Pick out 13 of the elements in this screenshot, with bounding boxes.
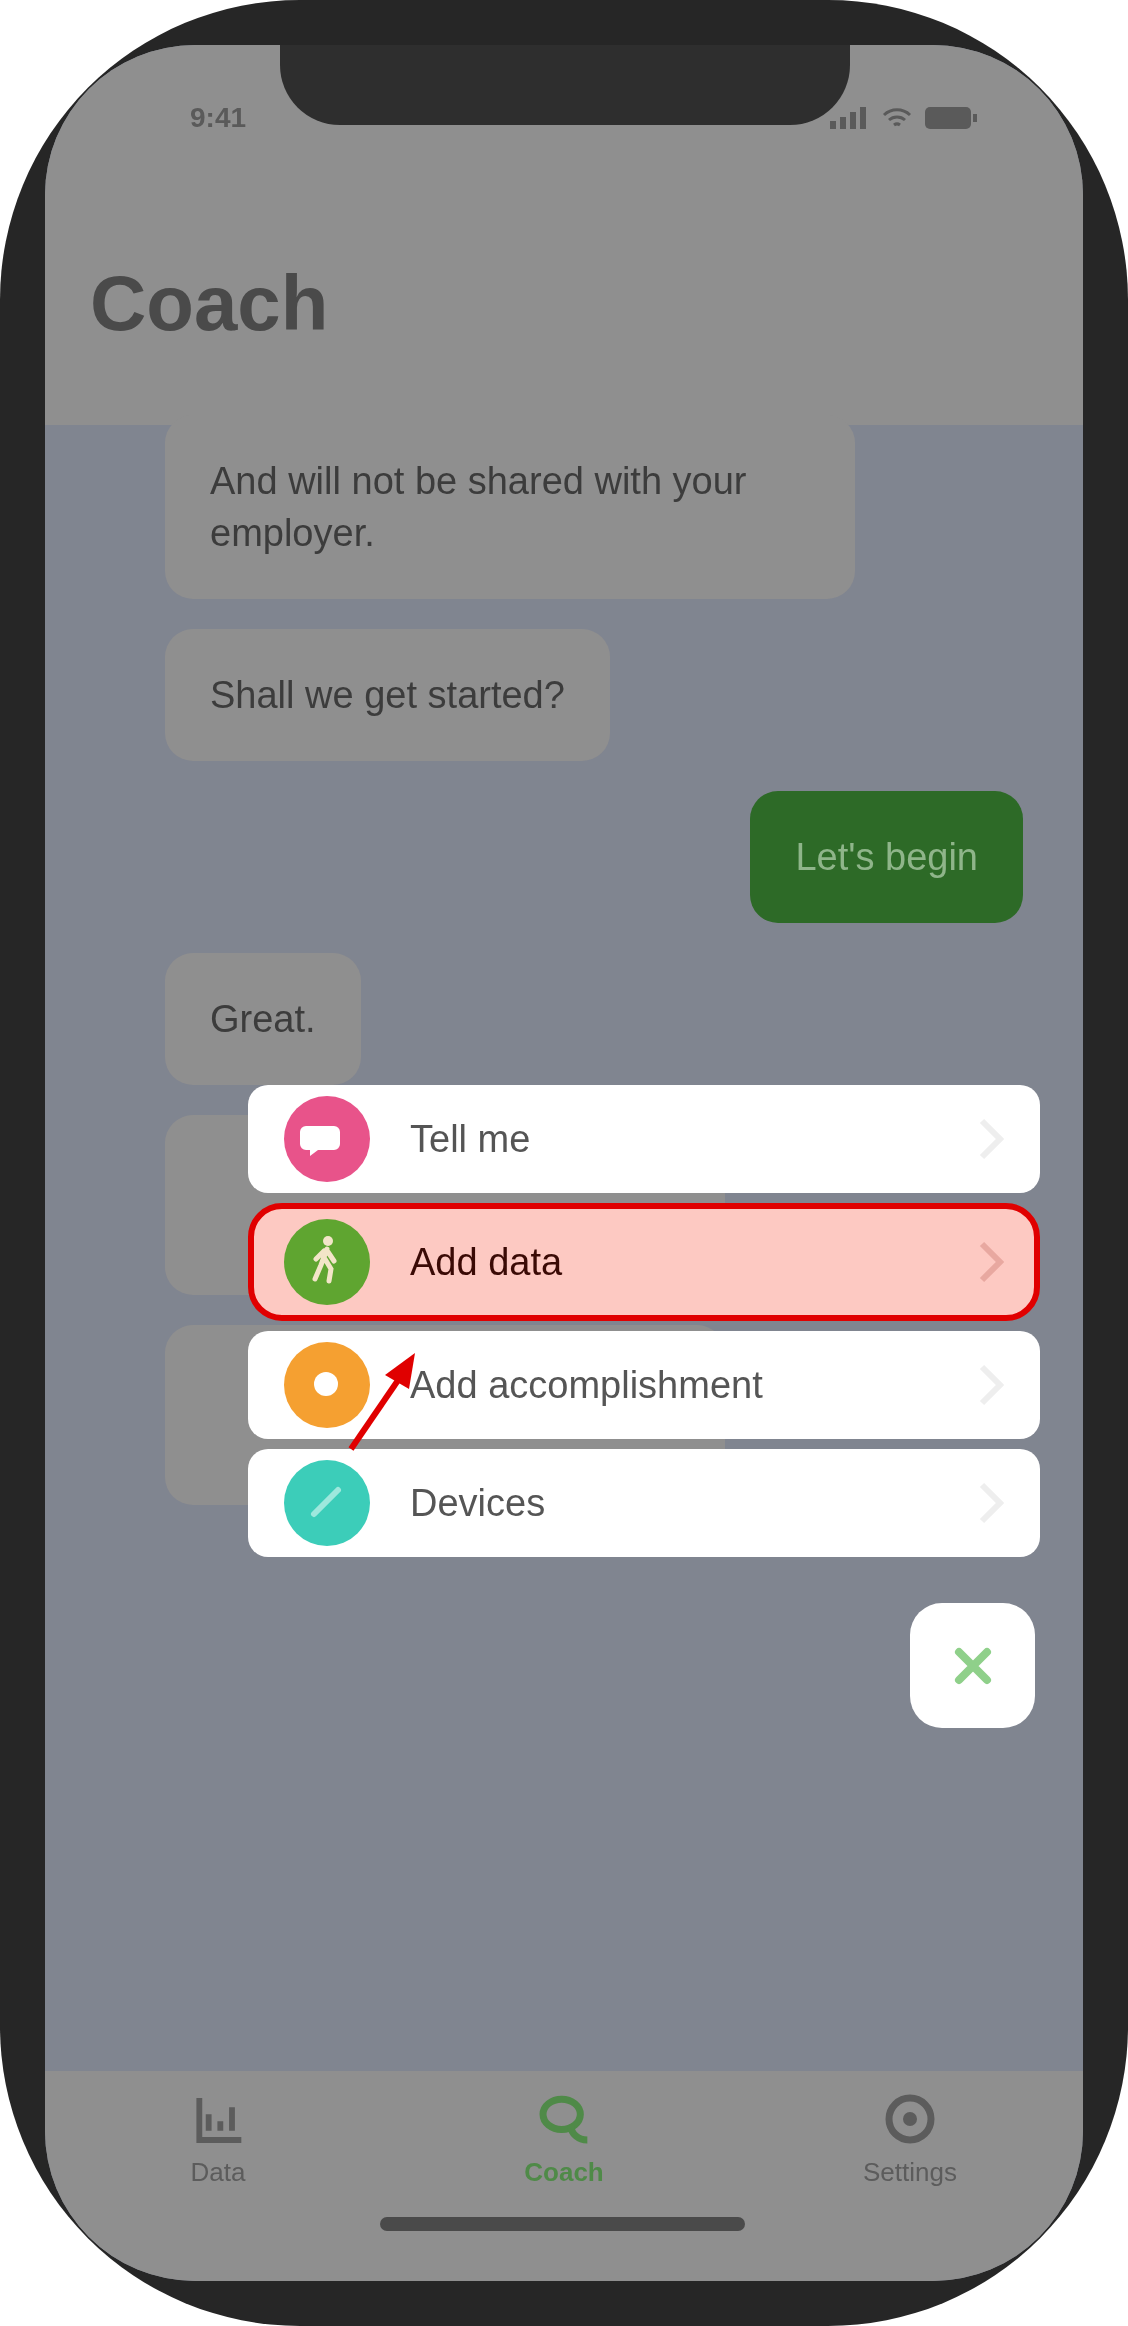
close-icon (952, 1645, 993, 1686)
page-title: Coach (90, 258, 329, 349)
received-message: Shall we get started? (165, 629, 610, 761)
close-button[interactable] (910, 1603, 1035, 1728)
menu-item[interactable]: Add accomplishment (248, 1331, 1040, 1439)
menu-item[interactable]: Devices (248, 1449, 1040, 1557)
received-message: Great. (165, 953, 361, 1085)
chevron-icon (978, 1240, 1004, 1284)
wifi-icon (882, 107, 912, 129)
battery-icon (924, 106, 978, 130)
menu-item[interactable]: Tell me (248, 1085, 1040, 1193)
menu-item[interactable]: Add data (248, 1203, 1040, 1321)
sent-message: Let's begin (750, 791, 1023, 923)
